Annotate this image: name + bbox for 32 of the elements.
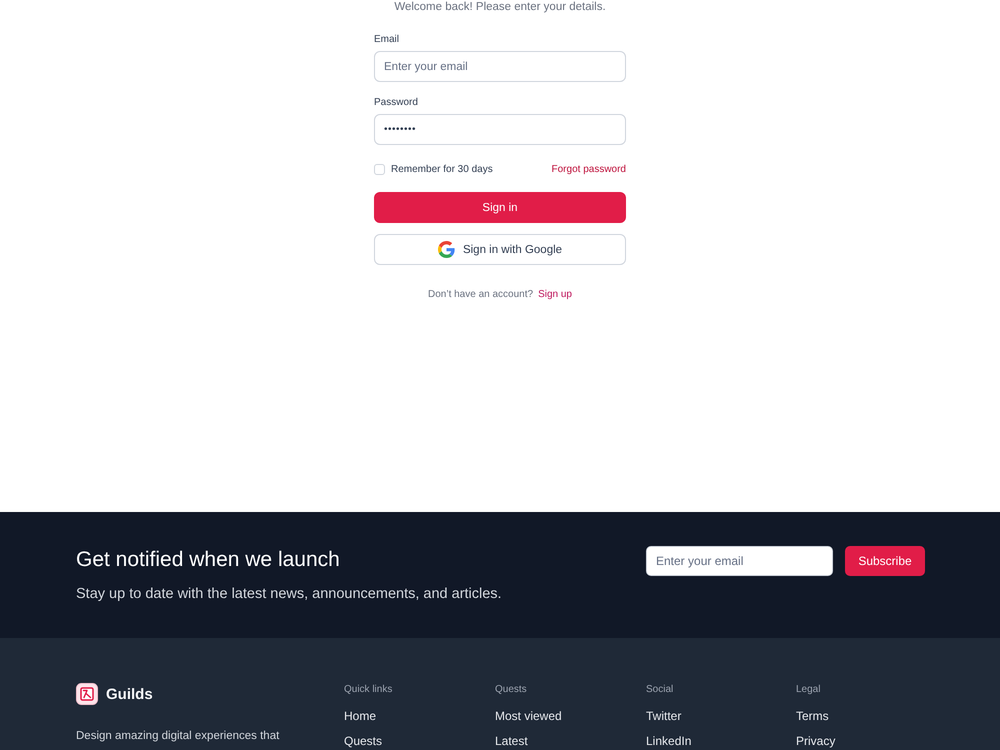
email-field[interactable]: Enter your email bbox=[646, 546, 833, 576]
column-heading: Quick links bbox=[344, 683, 392, 697]
newsletter-title: Get notified when we launch bbox=[76, 547, 341, 573]
newsletter-text: Stay up to date with the latest news, announcements, and articles. bbox=[76, 585, 502, 604]
subscribe-button[interactable]: Subscribe bbox=[845, 546, 925, 576]
footer-link[interactable]: Terms bbox=[796, 709, 829, 724]
remember-label: Remember for 30 days bbox=[391, 164, 493, 174]
google-g-icon bbox=[438, 241, 455, 258]
column-heading: Quests bbox=[495, 683, 527, 697]
brand-name: Guilds bbox=[106, 686, 153, 702]
footer-link[interactable]: Most viewed bbox=[495, 709, 562, 724]
footer-link[interactable]: Quests bbox=[344, 734, 382, 749]
password-field[interactable]: •••••••• bbox=[374, 114, 626, 145]
field-label: Password bbox=[374, 97, 419, 109]
footer-description: Design amazing digital experiences that bbox=[76, 729, 280, 743]
field-label: Email bbox=[374, 34, 400, 46]
forgot-password-link[interactable]: Forgot password bbox=[552, 164, 626, 174]
sign-up-link[interactable]: Sign up bbox=[538, 289, 572, 301]
subtitle-text: Welcome back! Please enter your details. bbox=[393, 0, 607, 14]
sign-in-button[interactable]: Sign in bbox=[374, 192, 626, 223]
footer-link[interactable]: Home bbox=[344, 709, 376, 724]
footer-link[interactable]: Latest bbox=[495, 734, 528, 749]
email-field[interactable]: Enter your email bbox=[374, 51, 626, 82]
checkbox[interactable] bbox=[374, 164, 385, 174]
footer-link[interactable]: Privacy bbox=[796, 734, 836, 749]
signup-prompt: Don’t have an account? bbox=[428, 289, 534, 301]
footer-link[interactable]: LinkedIn bbox=[646, 734, 692, 749]
column-heading: Social bbox=[646, 683, 674, 697]
logo-icon bbox=[76, 683, 98, 705]
footer-link[interactable]: Twitter bbox=[646, 709, 682, 724]
column-heading: Legal bbox=[796, 683, 820, 697]
google-sign-in-button[interactable]: Sign in with Google bbox=[374, 234, 626, 265]
